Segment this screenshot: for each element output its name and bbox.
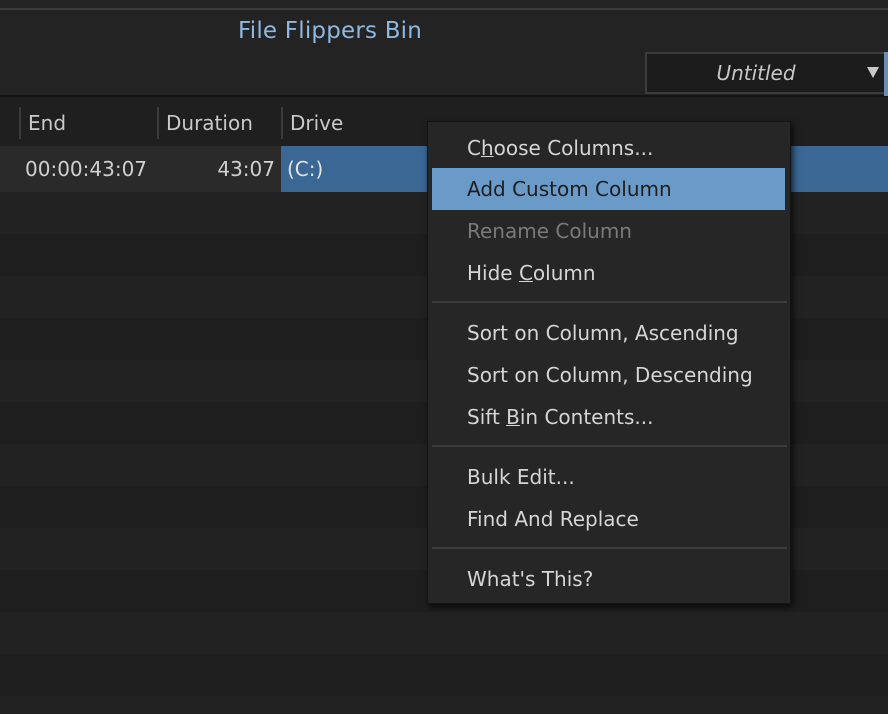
menu-item-sort-descending[interactable]: Sort on Column, Descending — [432, 354, 785, 396]
menu-item-label: C — [467, 136, 481, 160]
cell-drive[interactable]: (C:) — [281, 146, 427, 192]
selector-edge — [884, 52, 888, 96]
row-selection-highlight — [790, 146, 888, 192]
view-selector-value: Untitled — [716, 61, 796, 85]
column-header-end[interactable]: End — [19, 107, 158, 139]
menu-separator — [432, 301, 787, 303]
column-header-drive[interactable]: Drive — [281, 107, 427, 139]
bin-title: File Flippers Bin — [238, 18, 423, 44]
bin-window: File Flippers Bin Untitled End Duration … — [0, 0, 888, 714]
menu-separator — [432, 547, 787, 549]
mnemonic-underline: h — [480, 136, 494, 160]
menu-item-label: Hide — [467, 261, 519, 285]
cell-duration[interactable]: 43:07 — [160, 146, 275, 192]
menu-item-bulk-edit[interactable]: Bulk Edit... — [432, 456, 785, 498]
menu-item-label: in Contents... — [519, 405, 654, 429]
column-header-duration[interactable]: Duration — [157, 107, 282, 139]
chevron-down-icon[interactable] — [867, 67, 879, 78]
menu-item-label: Sift — [467, 405, 507, 429]
menu-item-rename-column: Rename Column — [467, 219, 632, 243]
empty-row — [0, 696, 888, 714]
menu-item-find-and-replace[interactable]: Find And Replace — [432, 498, 785, 540]
mnemonic-underline: B — [506, 405, 520, 429]
menu-item-choose-columns[interactable]: Choose Columns... — [432, 127, 785, 169]
mnemonic-underline: C — [518, 261, 533, 285]
view-selector[interactable]: Untitled — [645, 52, 888, 96]
menu-item-hide-column[interactable]: Hide Column — [432, 252, 785, 294]
bin-header: File Flippers Bin Untitled — [0, 10, 888, 97]
menu-item-sift-bin-contents[interactable]: Sift Bin Contents... — [432, 396, 785, 438]
column-context-menu: Choose Columns... Add Custom Column Rena… — [427, 121, 791, 604]
menu-item-label: olumn — [532, 261, 596, 285]
cell-end[interactable]: 00:00:43:07 — [25, 146, 155, 192]
empty-row — [0, 612, 888, 654]
empty-row — [0, 654, 888, 696]
menu-separator — [432, 445, 787, 447]
menu-item-label: oose Columns... — [493, 136, 654, 160]
top-strip — [0, 0, 888, 10]
menu-item-whats-this[interactable]: What's This? — [432, 558, 785, 600]
menu-item-sort-ascending[interactable]: Sort on Column, Ascending — [432, 312, 785, 354]
menu-item-add-custom-column[interactable]: Add Custom Column — [432, 168, 785, 210]
